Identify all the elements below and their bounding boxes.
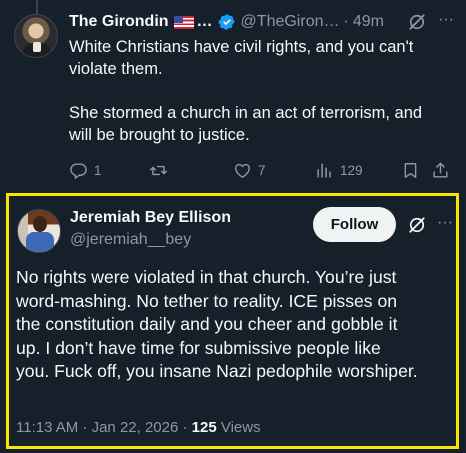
focused-tweet[interactable]: Jeremiah Bey Ellison @jeremiah__bey Foll… xyxy=(6,193,459,449)
share-button[interactable] xyxy=(431,158,450,182)
views-count: 129 xyxy=(340,162,363,178)
like-icon xyxy=(235,163,250,178)
verified-badge-icon[interactable] xyxy=(218,13,236,31)
tweet-text: White Christians have civil rights, and … xyxy=(69,36,449,146)
tweet-text-line: She stormed a church in an act of terror… xyxy=(69,104,423,122)
parent-tweet[interactable]: The Girondin … @TheGiron… · 49m ··· Whit… xyxy=(0,0,466,192)
tweet-text-line: will be brought to justice. xyxy=(69,126,250,144)
tweet-text-line: White Christians have civil rights, and … xyxy=(69,38,414,56)
reply-icon xyxy=(70,162,87,179)
like-button[interactable]: 7 xyxy=(233,158,266,182)
tweet-text-line: up. I don’t have time for submissive peo… xyxy=(16,337,381,358)
reply-count: 1 xyxy=(94,162,102,178)
views-icon xyxy=(317,162,331,178)
like-count: 7 xyxy=(258,162,266,178)
tweet-meta: 11:13 AM · Jan 22, 2026 · 125 Views xyxy=(16,419,261,436)
handle[interactable]: @jeremiah__bey xyxy=(70,231,191,249)
tweet-text-line: the constitution daily and you cheer and… xyxy=(16,314,398,334)
handle[interactable]: @TheGiron… xyxy=(241,13,340,31)
tweet-text-line: you. Fuck off, you insane Nazi pedophile… xyxy=(16,361,418,381)
repost-icon xyxy=(149,165,168,175)
views-button[interactable]: 129 xyxy=(315,158,363,182)
grok-icon[interactable] xyxy=(407,12,427,32)
action-bar: 1 7 129 xyxy=(69,158,449,182)
views-count: 125 xyxy=(191,419,217,436)
views-label: Views xyxy=(216,419,261,436)
more-icon[interactable]: ··· xyxy=(436,11,456,31)
tweet-text-line: No rights were violated in that church. … xyxy=(16,267,397,287)
avatar-head xyxy=(33,216,47,232)
timestamp[interactable]: 49m xyxy=(353,13,384,31)
display-name[interactable]: The Girondin xyxy=(69,13,169,31)
reply-button[interactable]: 1 xyxy=(69,158,102,182)
tweet-header: The Girondin … @TheGiron… · 49m xyxy=(69,11,384,33)
tweet-text-line: violate them. xyxy=(69,60,163,78)
display-name[interactable]: Jeremiah Bey Ellison xyxy=(70,209,231,227)
tweet-text: No rights were violated in that church. … xyxy=(16,266,456,384)
separator-dot: · xyxy=(343,13,349,30)
follow-button[interactable]: Follow xyxy=(313,207,396,242)
share-icon xyxy=(433,162,448,178)
name-ellipsis: … xyxy=(196,13,213,30)
more-icon[interactable]: ··· xyxy=(435,214,455,234)
avatar-shirt xyxy=(26,232,54,252)
avatar[interactable] xyxy=(17,209,61,253)
tweet-text-line: word-mashing. No tether to reality. ICE … xyxy=(16,290,398,311)
repost-button[interactable] xyxy=(149,158,174,182)
avatar[interactable] xyxy=(14,14,58,58)
timestamp[interactable]: 11:13 AM · Jan 22, 2026 · xyxy=(16,419,192,436)
us-flag-icon xyxy=(173,15,194,29)
bookmark-button[interactable] xyxy=(401,158,420,182)
grok-icon[interactable] xyxy=(407,215,427,235)
bookmark-icon xyxy=(404,162,417,178)
avatar-collar xyxy=(33,42,41,52)
